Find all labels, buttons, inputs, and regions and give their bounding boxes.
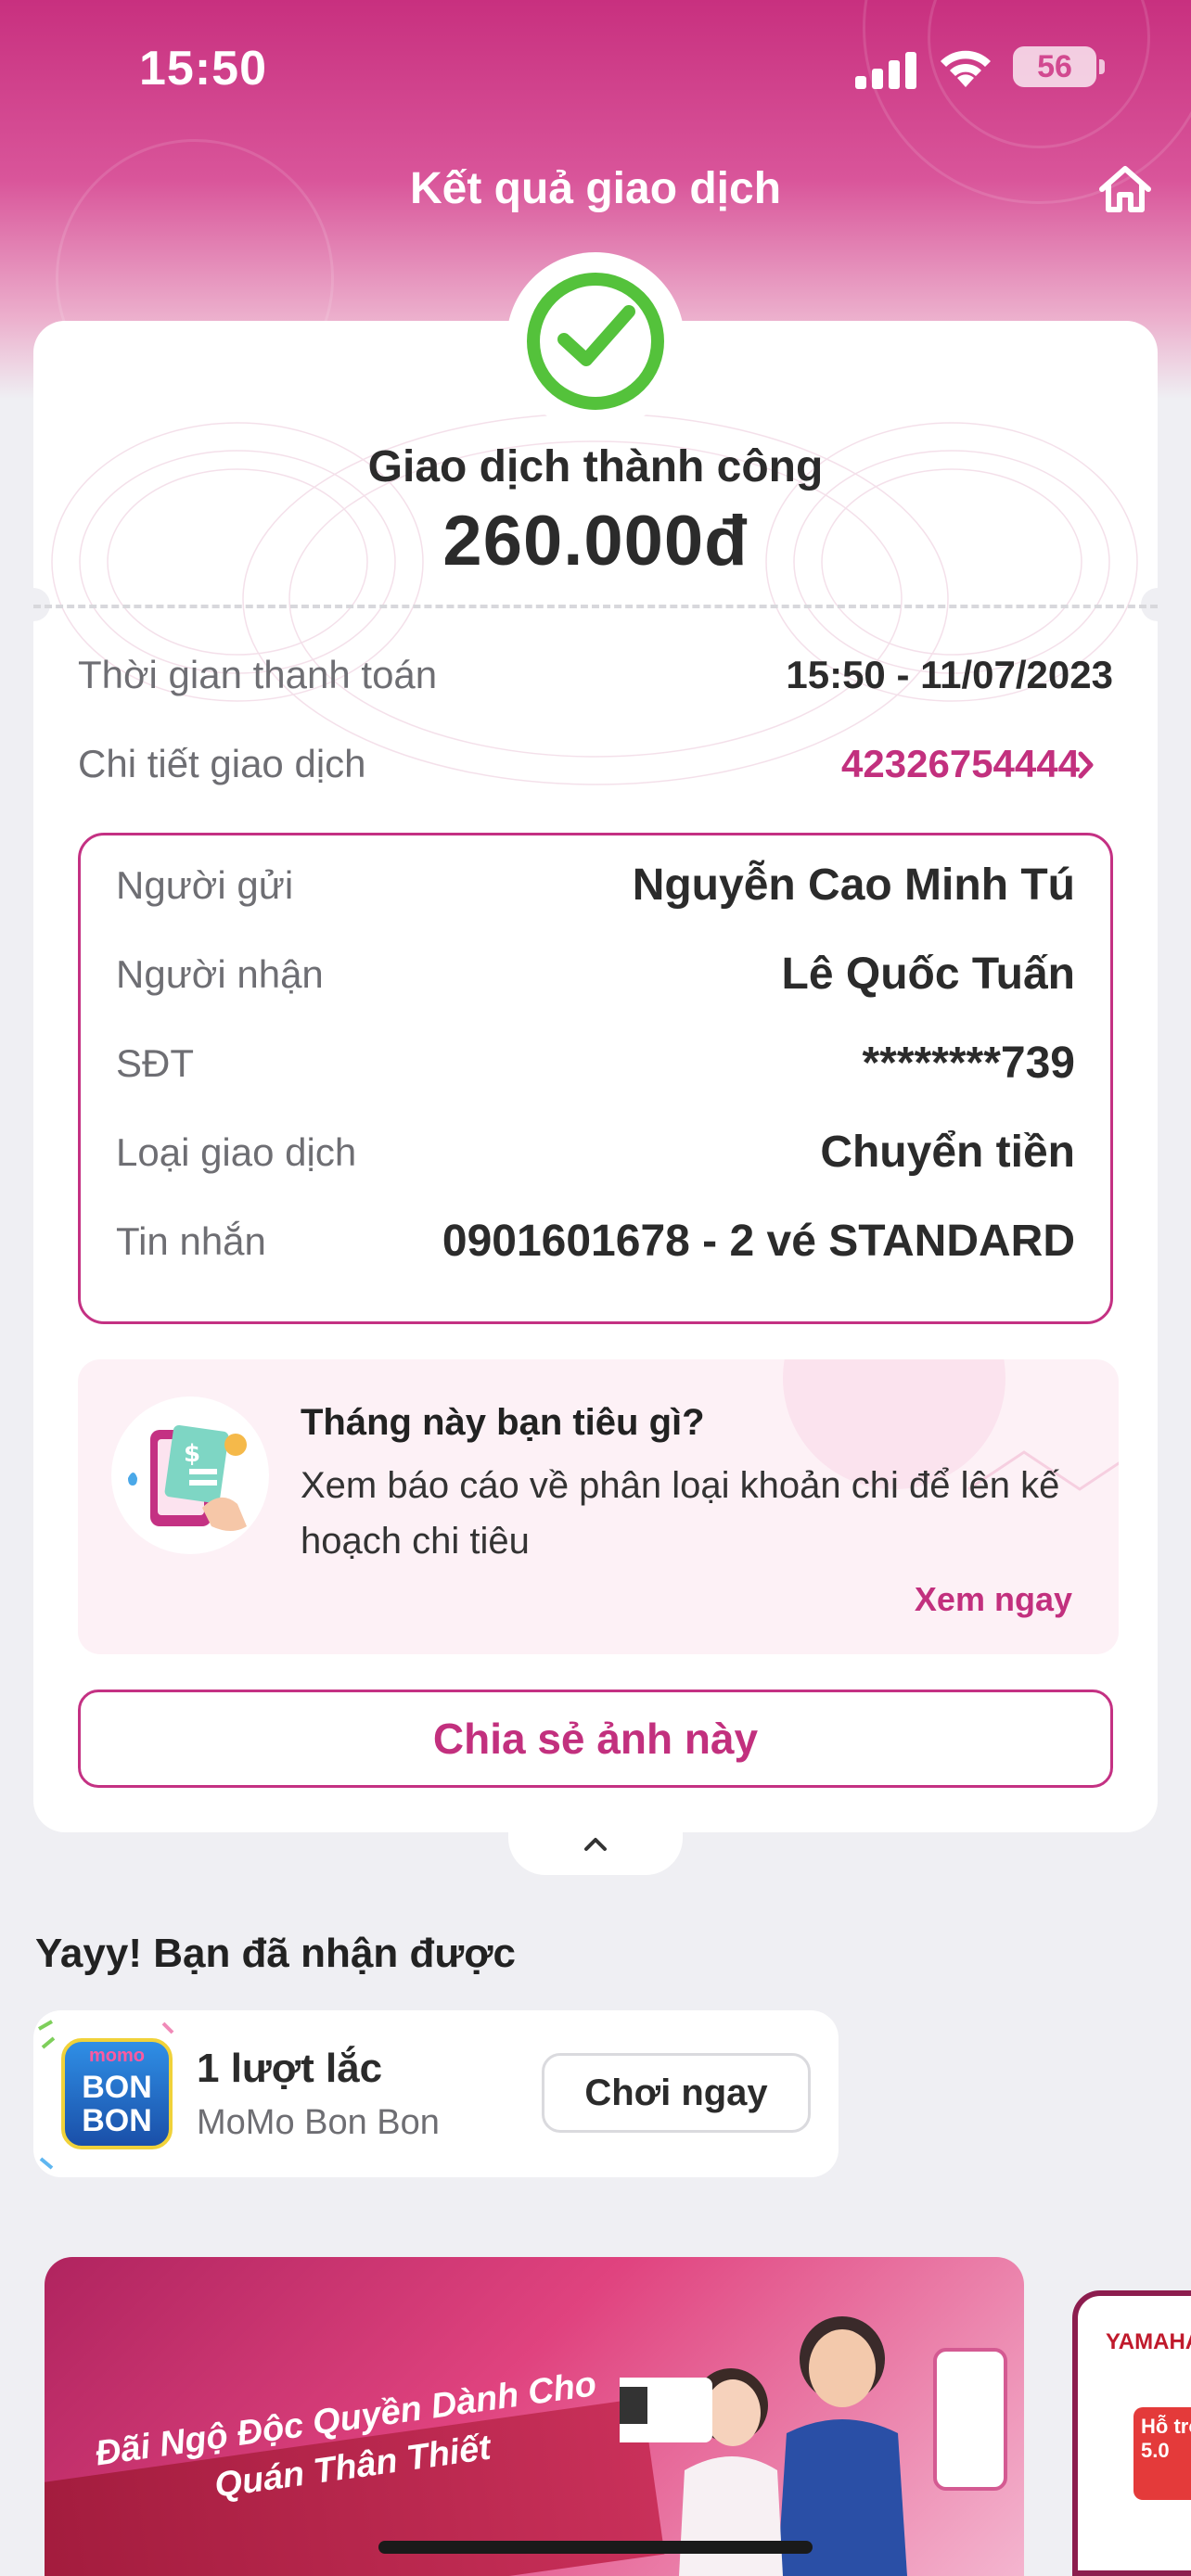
phone-value: ********739: [862, 1039, 1075, 1088]
status-time: 15:50: [139, 42, 267, 96]
logo-line2: BON: [82, 2103, 152, 2138]
promo-description: Xem báo cáo về phân loại khoản chi để lê…: [301, 1465, 1060, 1562]
collapse-toggle[interactable]: [508, 1817, 683, 1875]
ticket-divider: [33, 605, 1158, 608]
yamaha-promo-badge: Hỗ trợ 5.0: [1133, 2407, 1191, 2500]
sender-label: Người gửi: [116, 863, 294, 907]
signal-icon: [855, 48, 920, 89]
page-title: Kết quả giao dịch: [409, 164, 782, 213]
payment-time-value: 15:50 - 11/07/2023: [786, 653, 1113, 696]
svg-text:$: $: [184, 1440, 200, 1468]
spending-report-icon: $: [111, 1396, 269, 1554]
transaction-amount: 260.000đ: [442, 502, 749, 580]
logo-line1: BON: [82, 2070, 152, 2105]
momo-bonbon-logo: momo BON BON: [61, 2038, 173, 2149]
chevron-up-icon[interactable]: [583, 1836, 608, 1853]
status-bar: 15:50 56: [0, 0, 1191, 139]
banner-people-illustration: [620, 2316, 1007, 2576]
payment-time-label: Thời gian thanh toán: [78, 653, 438, 696]
phone-label: SĐT: [116, 1041, 194, 1085]
transaction-status: Giao dịch thành công: [367, 442, 824, 491]
wifi-icon: [941, 50, 991, 87]
transaction-detail-label: Chi tiết giao dịch: [78, 742, 366, 785]
home-icon[interactable]: [1096, 163, 1154, 215]
sender-value: Nguyễn Cao Minh Tú: [632, 861, 1075, 910]
rewards-title: Yayy! Bạn đã nhận được: [35, 1931, 516, 1976]
logo-top-text: momo: [89, 2046, 145, 2066]
message-label: Tin nhắn: [116, 1219, 266, 1263]
transaction-details-box: Người gửi Nguyễn Cao Minh Tú Người nhận …: [78, 833, 1113, 1324]
transaction-id-link[interactable]: 42326754444: [841, 742, 1080, 786]
yamaha-brand: YAMAHA: [1106, 2329, 1191, 2354]
recipient-label: Người nhận: [116, 952, 324, 996]
success-badge: [506, 252, 685, 430]
promo-title: Tháng này bạn tiêu gì?: [301, 1402, 705, 1443]
reward-subtitle: MoMo Bon Bon: [197, 2103, 440, 2142]
share-image-button[interactable]: Chia sẻ ảnh này: [78, 1690, 1113, 1788]
check-icon: [527, 273, 664, 410]
home-indicator[interactable]: [378, 2541, 813, 2554]
transaction-type-label: Loại giao dịch: [116, 1130, 357, 1174]
yamaha-banner[interactable]: YAMAHA Hỗ trợ 5.0: [1072, 2290, 1191, 2576]
message-value: 0901601678 - 2 vé STANDARD: [442, 1217, 1075, 1266]
recipient-value: Lê Quốc Tuấn: [781, 950, 1075, 999]
battery-indicator: 56: [1013, 46, 1105, 87]
chevron-right-icon[interactable]: [1076, 749, 1096, 781]
transaction-type-value: Chuyển tiền: [820, 1128, 1075, 1177]
reward-title: 1 lượt lắc: [197, 2046, 383, 2091]
view-now-link[interactable]: Xem ngay: [915, 1580, 1072, 1619]
reward-card[interactable]: momo BON BON 1 lượt lắc MoMo Bon Bon Chơ…: [33, 2010, 839, 2177]
spending-report-promo[interactable]: $ Tháng này bạn tiêu gì? Xem báo cáo về …: [78, 1359, 1119, 1654]
play-now-button[interactable]: Chơi ngay: [542, 2053, 811, 2133]
